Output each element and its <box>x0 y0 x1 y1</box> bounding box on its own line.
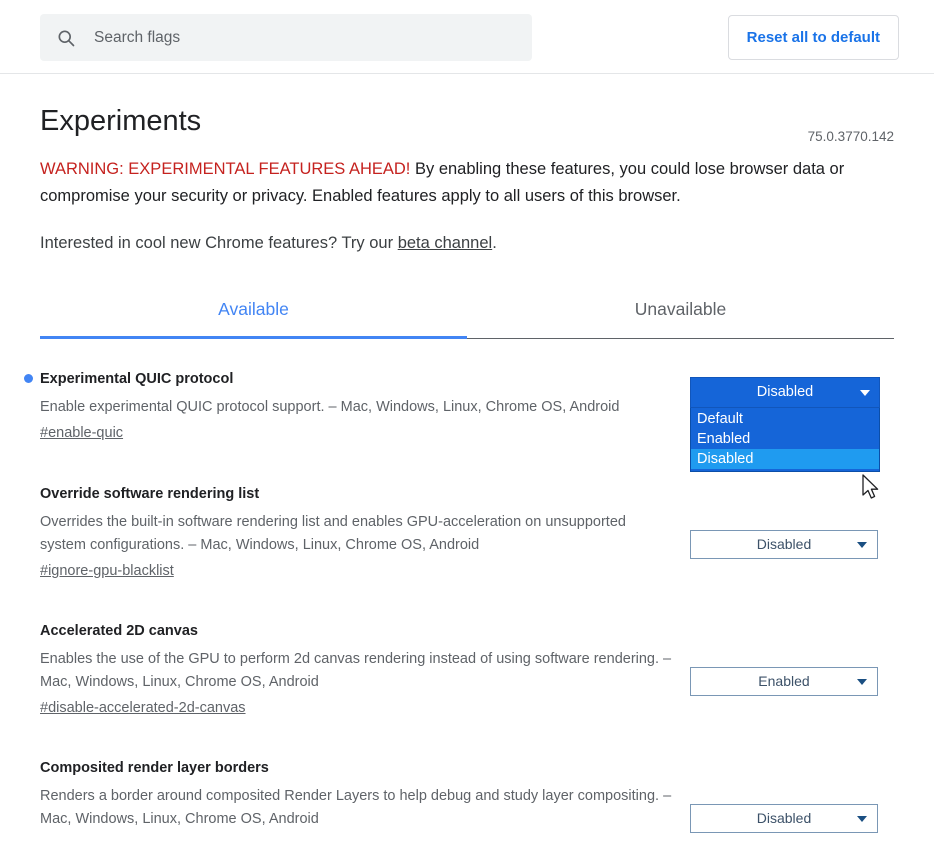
search-box[interactable] <box>40 14 532 61</box>
tab-unavailable[interactable]: Unavailable <box>467 284 894 339</box>
flag-select[interactable]: Disabled <box>690 804 878 833</box>
chevron-down-icon <box>857 816 867 822</box>
flag-select-value[interactable]: Disabled <box>690 377 880 408</box>
flag-select-value-text: Disabled <box>756 810 812 826</box>
search-icon <box>58 30 75 46</box>
flag-title-text: Override software rendering list <box>40 486 260 502</box>
flag-select-value[interactable]: Disabled <box>690 804 878 833</box>
page-title: Experiments <box>40 105 202 137</box>
tabs: Available Unavailable <box>40 284 894 339</box>
top-search-bar: Reset all to default <box>0 0 934 74</box>
beta-channel-link[interactable]: beta channel <box>398 234 493 252</box>
flag-select-option-disabled[interactable]: Disabled <box>691 449 879 469</box>
title-row: Experiments 75.0.3770.142 <box>40 99 894 151</box>
flag-select-value[interactable]: Disabled <box>690 530 878 559</box>
beta-prefix-text: Interested in cool new Chrome features? … <box>40 234 398 252</box>
reset-all-to-default-button[interactable]: Reset all to default <box>727 15 899 60</box>
flag-row: Experimental QUIC protocol Enable experi… <box>24 369 894 484</box>
flag-description: Renders a border around composited Rende… <box>40 788 672 827</box>
warning-paragraph: WARNING: EXPERIMENTAL FEATURES AHEAD! By… <box>40 156 880 210</box>
version-label: 75.0.3770.142 <box>807 129 894 144</box>
flag-id-link[interactable]: #enable-quic <box>40 425 123 441</box>
flag-id-link[interactable]: #disable-accelerated-2d-canvas <box>40 700 246 716</box>
flag-title-text: Accelerated 2D canvas <box>40 623 198 639</box>
flag-select-value-text: Disabled <box>756 536 812 552</box>
flag-select-option-enabled[interactable]: Enabled <box>691 429 879 449</box>
beta-channel-paragraph: Interested in cool new Chrome features? … <box>40 230 894 256</box>
warning-headline: WARNING: EXPERIMENTAL FEATURES AHEAD! <box>40 160 411 178</box>
beta-suffix-text: . <box>492 234 497 252</box>
flag-description: Enables the use of the GPU to perform 2d… <box>40 651 672 690</box>
chevron-down-icon <box>857 679 867 685</box>
page-content: Experiments 75.0.3770.142 WARNING: EXPER… <box>0 99 934 848</box>
flag-title-text: Composited render layer borders <box>40 760 269 776</box>
flag-description: Enable experimental QUIC protocol suppor… <box>40 399 620 415</box>
flag-title: Composited render layer borders <box>40 758 674 778</box>
tab-available[interactable]: Available <box>40 284 467 339</box>
flag-select-option-default[interactable]: Default <box>691 409 879 429</box>
flag-select-value-text: Disabled <box>756 384 814 400</box>
flag-title: Override software rendering list <box>40 484 674 504</box>
flag-row: Override software rendering list Overrid… <box>40 484 894 621</box>
chevron-down-icon <box>860 390 870 396</box>
modified-dot-icon <box>24 374 33 383</box>
active-tab-indicator <box>40 336 467 339</box>
flags-list: Experimental QUIC protocol Enable experi… <box>24 369 894 848</box>
flag-id-link[interactable]: #ignore-gpu-blacklist <box>40 563 174 579</box>
flag-description: Overrides the built-in software renderin… <box>40 514 626 553</box>
flag-select-option-list: Default Enabled Disabled <box>690 408 880 472</box>
search-input[interactable] <box>94 25 504 50</box>
flag-row: Accelerated 2D canvas Enables the use of… <box>40 621 894 758</box>
flag-select-value-text: Enabled <box>758 673 810 689</box>
chevron-down-icon <box>857 542 867 548</box>
flag-title: Accelerated 2D canvas <box>40 621 674 641</box>
flag-row: Composited render layer borders Renders … <box>40 758 894 848</box>
flag-select[interactable]: Enabled <box>690 667 878 696</box>
flag-select-open[interactable]: Disabled Default Enabled Disabled <box>690 377 880 472</box>
flag-select-value[interactable]: Enabled <box>690 667 878 696</box>
flag-title-text: Experimental QUIC protocol <box>40 371 234 387</box>
flag-title: Experimental QUIC protocol <box>24 369 674 389</box>
flag-select[interactable]: Disabled <box>690 530 878 559</box>
